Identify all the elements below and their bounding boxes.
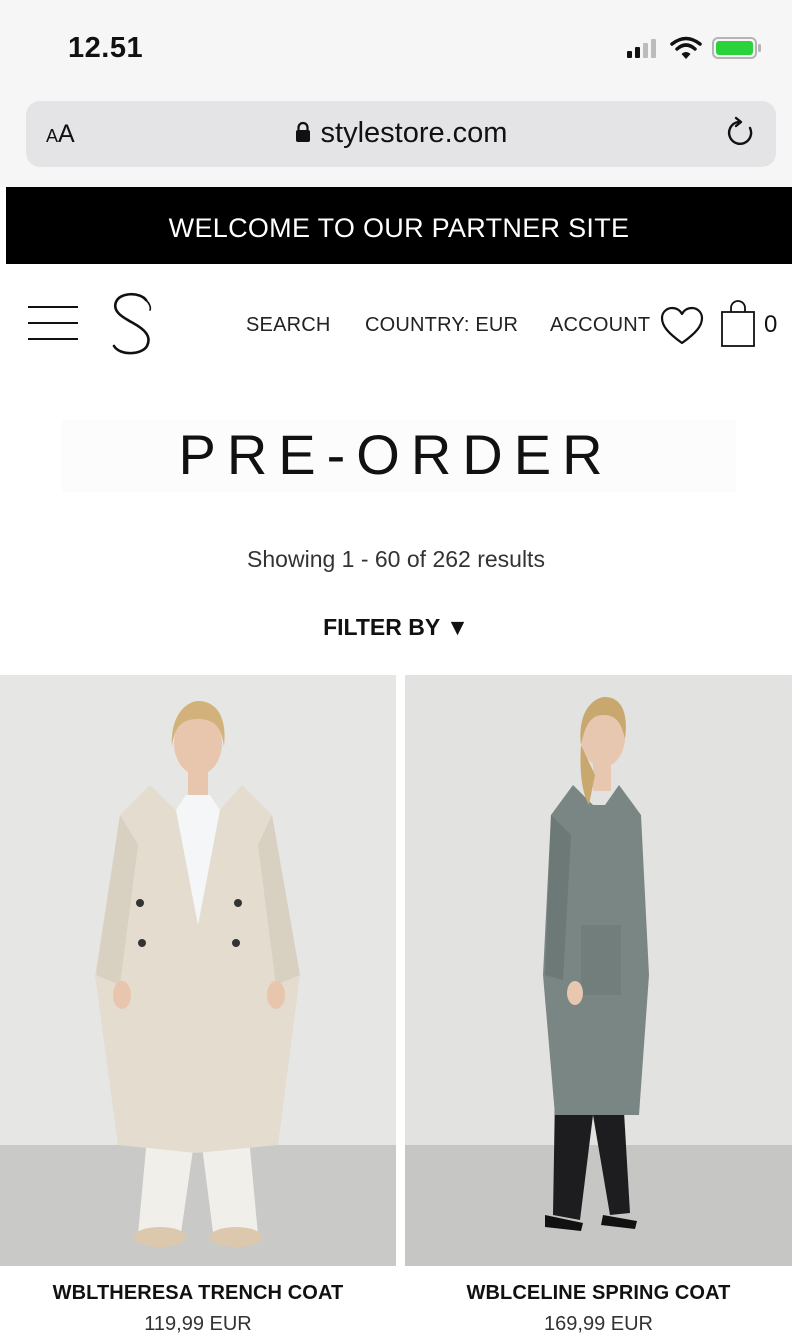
lock-icon [295,121,310,142]
reload-icon[interactable] [726,116,756,150]
product-name[interactable]: WBLCELINE SPRING COAT [405,1282,792,1305]
search-link[interactable]: SEARCH [246,314,331,337]
site-header: SEARCH COUNTRY: EUR ACCOUNT 0 [0,264,792,384]
shopping-bag-icon[interactable] [720,300,756,348]
browser-toolbar: AA stylestore.com [0,95,792,187]
account-link[interactable]: ACCOUNT [550,314,650,337]
product-image[interactable] [0,675,396,1266]
product-price: 119,99 EUR [144,1313,252,1335]
wifi-icon [670,36,702,59]
url-display[interactable]: stylestore.com [26,117,776,150]
bag-count: 0 [764,311,778,338]
status-icons [626,36,762,60]
country-selector[interactable]: COUNTRY: EUR [365,314,518,337]
filter-by-button[interactable]: FILTER BY ▼ [0,614,792,641]
address-bar[interactable]: AA stylestore.com [26,101,776,167]
results-count: Showing 1 - 60 of 262 results [247,546,545,572]
url-text: stylestore.com [320,117,508,149]
product-image[interactable] [405,675,792,1266]
product-price: 169,99 EUR [544,1313,653,1335]
welcome-banner: WELCOME TO OUR PARTNER SITE [6,187,792,264]
product-name[interactable]: WBLTHERESA TRENCH COAT [0,1282,396,1305]
battery-icon [712,37,761,59]
site-logo[interactable] [106,290,160,356]
product-card[interactable]: WBLCELINE SPRING COAT 169,99 EUR [405,675,792,1336]
status-bar: 12.51 [0,0,792,95]
status-time: 12.51 [68,32,144,64]
hamburger-menu-icon[interactable] [28,306,78,342]
page-title: PRE-ORDER [178,423,614,486]
signal-icon [627,39,656,58]
product-card[interactable]: WBLTHERESA TRENCH COAT 119,99 EUR [0,675,396,1336]
heart-icon[interactable] [660,306,704,346]
